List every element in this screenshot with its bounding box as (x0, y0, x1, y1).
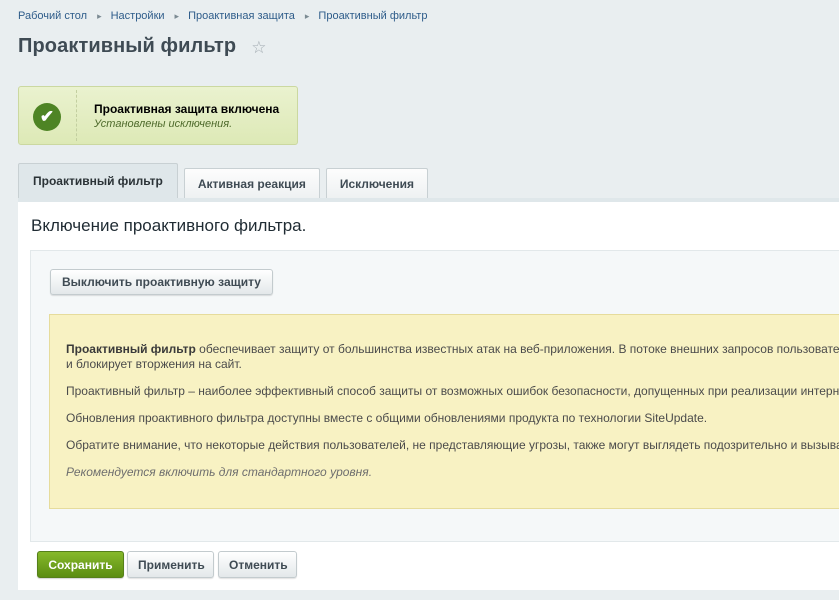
breadcrumb-item-settings[interactable]: Настройки (111, 10, 165, 22)
tab-content-panel: Включение проактивного фильтра. Выключит… (18, 198, 839, 590)
tab-proactive-filter[interactable]: Проактивный фильтр (18, 163, 178, 198)
info-paragraph-1-line2: и блокирует вторжения на сайт. (66, 357, 242, 371)
breadcrumb-item-proactive-protection[interactable]: Проактивная защита (188, 10, 295, 22)
status-message: ✔ Проактивная защита включена Установлен… (18, 86, 298, 145)
tab-active-reaction[interactable]: Активная реакция (183, 168, 320, 198)
info-paragraph-5: Рекомендуется включить для стандартного … (66, 465, 373, 479)
info-paragraph-3: Обновления проактивного фильтра доступны… (66, 411, 708, 425)
breadcrumb-separator-icon: ▸ (97, 11, 102, 21)
page-title: Проактивный фильтр (18, 35, 237, 57)
star-icon[interactable]: ☆ (251, 38, 266, 58)
status-title: Проактивная защита включена (94, 102, 280, 116)
breadcrumb-item-desktop[interactable]: Рабочий стол (18, 10, 87, 22)
apply-button[interactable]: Применить (127, 551, 214, 578)
check-circle-icon: ✔ (33, 103, 61, 131)
title-row: Проактивный фильтр ☆ (18, 35, 266, 58)
section-heading: Включение проактивного фильтра. (31, 216, 307, 235)
breadcrumb-item-proactive-filter[interactable]: Проактивный фильтр (318, 10, 427, 22)
tab-exceptions[interactable]: Исключения (325, 168, 428, 198)
cancel-button[interactable]: Отменить (218, 551, 297, 578)
breadcrumb-separator-icon: ▸ (174, 11, 180, 21)
info-paragraph-1-bold: Проактивный фильтр (66, 342, 196, 356)
info-note: Проактивный фильтр обеспечивает защиту о… (49, 314, 839, 509)
breadcrumb: Рабочий стол ▸ Настройки ▸ Проактивная защит… (18, 10, 427, 22)
status-subtitle: Установлены исключения. (94, 118, 233, 130)
info-paragraph-2: Проактивный фильтр – наиболее эффективны… (66, 384, 839, 398)
save-button[interactable]: Сохранить (37, 551, 124, 578)
info-paragraph-1: Проактивный фильтр обеспечивает защиту о… (66, 342, 839, 357)
info-paragraph-4: Обратите внимание, что некоторые действи… (66, 438, 839, 452)
breadcrumb-separator-icon: ▸ (304, 11, 310, 21)
tab-bar: Проактивный фильтр Активная реакция Искл… (18, 163, 434, 198)
status-divider (76, 90, 77, 141)
info-paragraph-1-text: обеспечивает защиту от большинства извес… (195, 342, 839, 356)
disable-protection-button[interactable]: Выключить проактивную защиту (50, 269, 273, 295)
settings-section: Выключить проактивную защиту Проактивный… (30, 250, 839, 542)
